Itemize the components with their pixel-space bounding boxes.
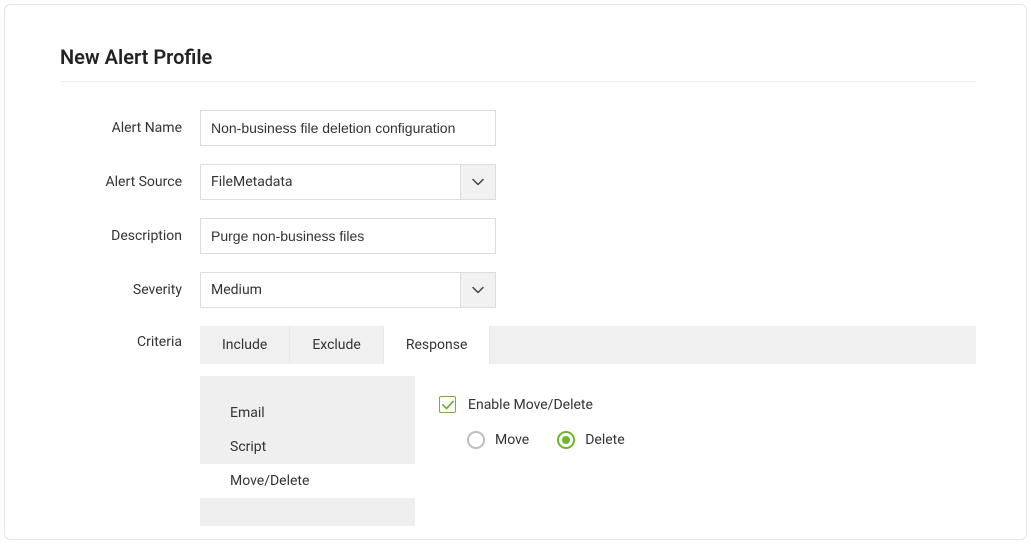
enable-move-delete-row: Enable Move/Delete <box>439 396 952 413</box>
check-icon <box>442 400 454 410</box>
label-enable-move-delete: Enable Move/Delete <box>468 397 593 413</box>
select-severity-value: Medium <box>200 272 460 308</box>
row-description: Description <box>60 218 976 254</box>
radio-delete-dot <box>562 436 570 444</box>
label-description: Description <box>60 228 200 244</box>
subnav-email[interactable]: Email <box>200 396 415 430</box>
response-subnav: Email Script Move/Delete <box>200 376 415 526</box>
label-severity: Severity <box>60 282 200 298</box>
response-panel: Enable Move/Delete Move Delete <box>415 376 976 526</box>
select-alert-source-value: FileMetadata <box>200 164 460 200</box>
tab-include[interactable]: Include <box>200 326 290 364</box>
radio-delete[interactable]: Delete <box>557 431 624 449</box>
response-content: Email Script Move/Delete Enable Move/Del… <box>200 376 976 526</box>
radio-move-circle <box>467 431 485 449</box>
row-criteria: Criteria Include Exclude Response Email … <box>60 326 976 526</box>
input-alert-name[interactable] <box>200 110 496 146</box>
label-radio-delete: Delete <box>585 432 624 448</box>
subnav-move-delete[interactable]: Move/Delete <box>200 464 415 498</box>
input-description[interactable] <box>200 218 496 254</box>
select-alert-source-caret[interactable] <box>460 164 496 200</box>
criteria-tabs-area: Include Exclude Response Email Script Mo… <box>200 326 976 526</box>
checkbox-enable-move-delete[interactable] <box>439 396 456 413</box>
radio-delete-circle <box>557 431 575 449</box>
tab-exclude[interactable]: Exclude <box>290 326 384 364</box>
tab-response[interactable]: Response <box>384 326 491 364</box>
label-criteria: Criteria <box>60 326 200 350</box>
radio-move[interactable]: Move <box>467 431 529 449</box>
select-severity[interactable]: Medium <box>200 272 496 308</box>
subnav-script[interactable]: Script <box>200 430 415 464</box>
select-alert-source[interactable]: FileMetadata <box>200 164 496 200</box>
label-alert-name: Alert Name <box>60 120 200 136</box>
row-severity: Severity Medium <box>60 272 976 308</box>
tab-filler <box>490 326 976 364</box>
page-title: New Alert Profile <box>60 45 976 82</box>
radio-row: Move Delete <box>439 431 952 449</box>
row-alert-source: Alert Source FileMetadata <box>60 164 976 200</box>
chevron-down-icon <box>472 286 484 294</box>
criteria-tabs: Include Exclude Response <box>200 326 976 364</box>
label-radio-move: Move <box>495 432 529 448</box>
label-alert-source: Alert Source <box>60 174 200 190</box>
select-severity-caret[interactable] <box>460 272 496 308</box>
row-alert-name: Alert Name <box>60 110 976 146</box>
chevron-down-icon <box>472 178 484 186</box>
alert-profile-form: New Alert Profile Alert Name Alert Sourc… <box>4 4 1027 540</box>
